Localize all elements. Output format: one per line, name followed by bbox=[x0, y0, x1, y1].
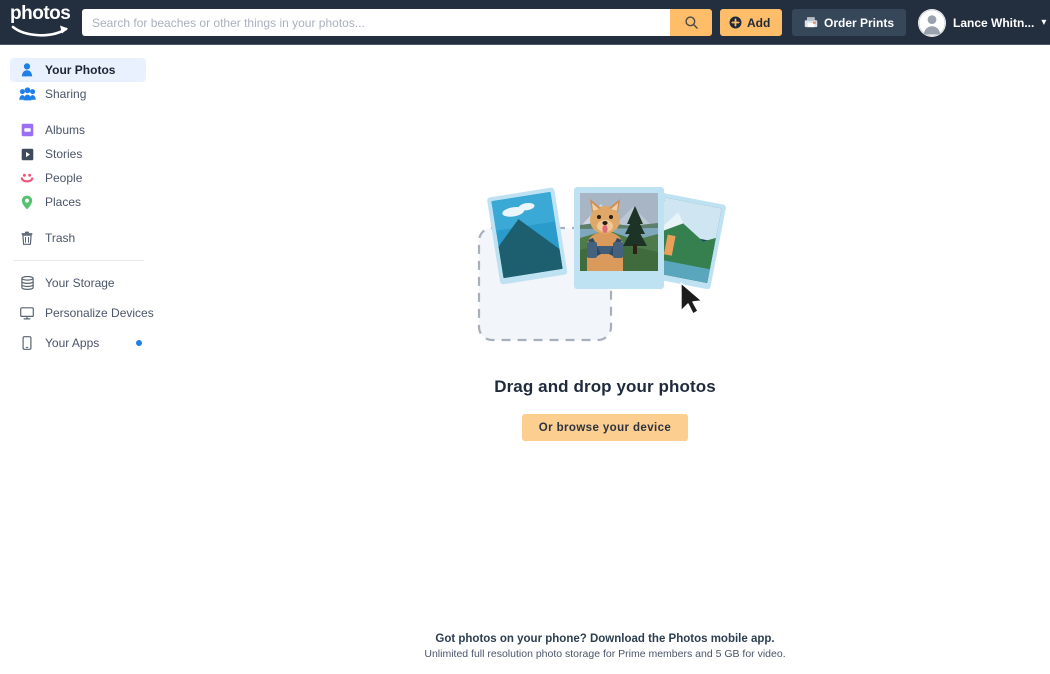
sidebar-divider bbox=[14, 260, 144, 261]
smiley-face-icon bbox=[18, 170, 36, 186]
photos-drag-drop-illustration bbox=[475, 180, 735, 355]
sidebar-item-people[interactable]: People bbox=[10, 166, 146, 190]
sidebar-item-trash[interactable]: Trash bbox=[10, 226, 146, 250]
sidebar-label: Places bbox=[45, 195, 82, 209]
amazon-smile-logo bbox=[11, 25, 68, 37]
map-pin-icon bbox=[18, 194, 36, 210]
sidebar-label: Trash bbox=[45, 231, 76, 245]
user-avatar-icon bbox=[918, 9, 946, 36]
add-button-label: Add bbox=[747, 15, 771, 30]
sidebar-item-your-apps[interactable]: Your Apps bbox=[10, 331, 146, 355]
notification-badge-dot bbox=[136, 340, 142, 346]
top-header-bar: photos Add Order Prints bbox=[0, 0, 1050, 45]
search-button[interactable] bbox=[670, 9, 712, 36]
sidebar-navigation: Your Photos Sharing Albums Stories Peopl… bbox=[0, 46, 166, 674]
sidebar-label: People bbox=[45, 171, 83, 185]
main-content-area: Drag and drop your photos Or browse your… bbox=[160, 46, 1050, 674]
sidebar-label: Sharing bbox=[45, 87, 87, 101]
photos-logo[interactable]: photos bbox=[10, 4, 76, 40]
sidebar-item-albums[interactable]: Albums bbox=[10, 118, 146, 142]
monitor-icon bbox=[18, 305, 36, 321]
sidebar-label: Your Storage bbox=[45, 276, 115, 290]
footer-subtitle: Unlimited full resolution photo storage … bbox=[424, 648, 786, 660]
printer-icon bbox=[804, 17, 818, 28]
sidebar-item-places[interactable]: Places bbox=[10, 190, 146, 214]
account-name: Lance Whitn... bbox=[953, 15, 1035, 30]
sidebar-item-personalize-devices[interactable]: Personalize Devices bbox=[10, 301, 166, 325]
empty-state-hero: Drag and drop your photos Or browse your… bbox=[160, 46, 1050, 441]
avatar bbox=[918, 8, 946, 37]
album-icon bbox=[18, 122, 36, 138]
search-input[interactable] bbox=[82, 9, 670, 36]
footer-title: Got photos on your phone? Download the P… bbox=[435, 633, 775, 645]
search-icon bbox=[684, 16, 698, 29]
storage-database-icon bbox=[18, 275, 36, 291]
people-group-icon bbox=[18, 86, 36, 102]
search-bar bbox=[82, 9, 712, 36]
page-title: Drag and drop your photos bbox=[494, 377, 716, 396]
sidebar-label: Personalize Devices bbox=[45, 306, 154, 320]
chevron-down-icon: ▾ bbox=[1041, 17, 1047, 28]
sidebar-item-stories[interactable]: Stories bbox=[10, 142, 146, 166]
plus-circle-icon bbox=[729, 16, 742, 29]
order-prints-button[interactable]: Order Prints bbox=[792, 9, 907, 36]
cursor-arrow-icon bbox=[680, 282, 703, 315]
account-menu[interactable]: Lance Whitn... ▾ bbox=[918, 7, 1046, 38]
sidebar-label: Your Apps bbox=[45, 336, 100, 350]
sidebar-item-sharing[interactable]: Sharing bbox=[10, 82, 146, 106]
play-square-icon bbox=[18, 146, 36, 162]
add-button[interactable]: Add bbox=[720, 9, 783, 36]
browse-device-button[interactable]: Or browse your device bbox=[521, 414, 689, 441]
logo-text: photos bbox=[10, 3, 71, 24]
trash-icon bbox=[18, 230, 36, 246]
order-prints-label: Order Prints bbox=[824, 15, 895, 30]
sidebar-label: Albums bbox=[45, 123, 86, 137]
sidebar-label: Stories bbox=[45, 147, 83, 161]
sidebar-item-your-photos[interactable]: Your Photos bbox=[10, 58, 146, 82]
footer-promo: Got photos on your phone? Download the P… bbox=[160, 633, 1050, 660]
person-icon bbox=[18, 62, 36, 78]
sidebar-label: Your Photos bbox=[45, 63, 116, 77]
mobile-phone-icon bbox=[18, 335, 36, 351]
sidebar-item-your-storage[interactable]: Your Storage bbox=[10, 271, 146, 295]
